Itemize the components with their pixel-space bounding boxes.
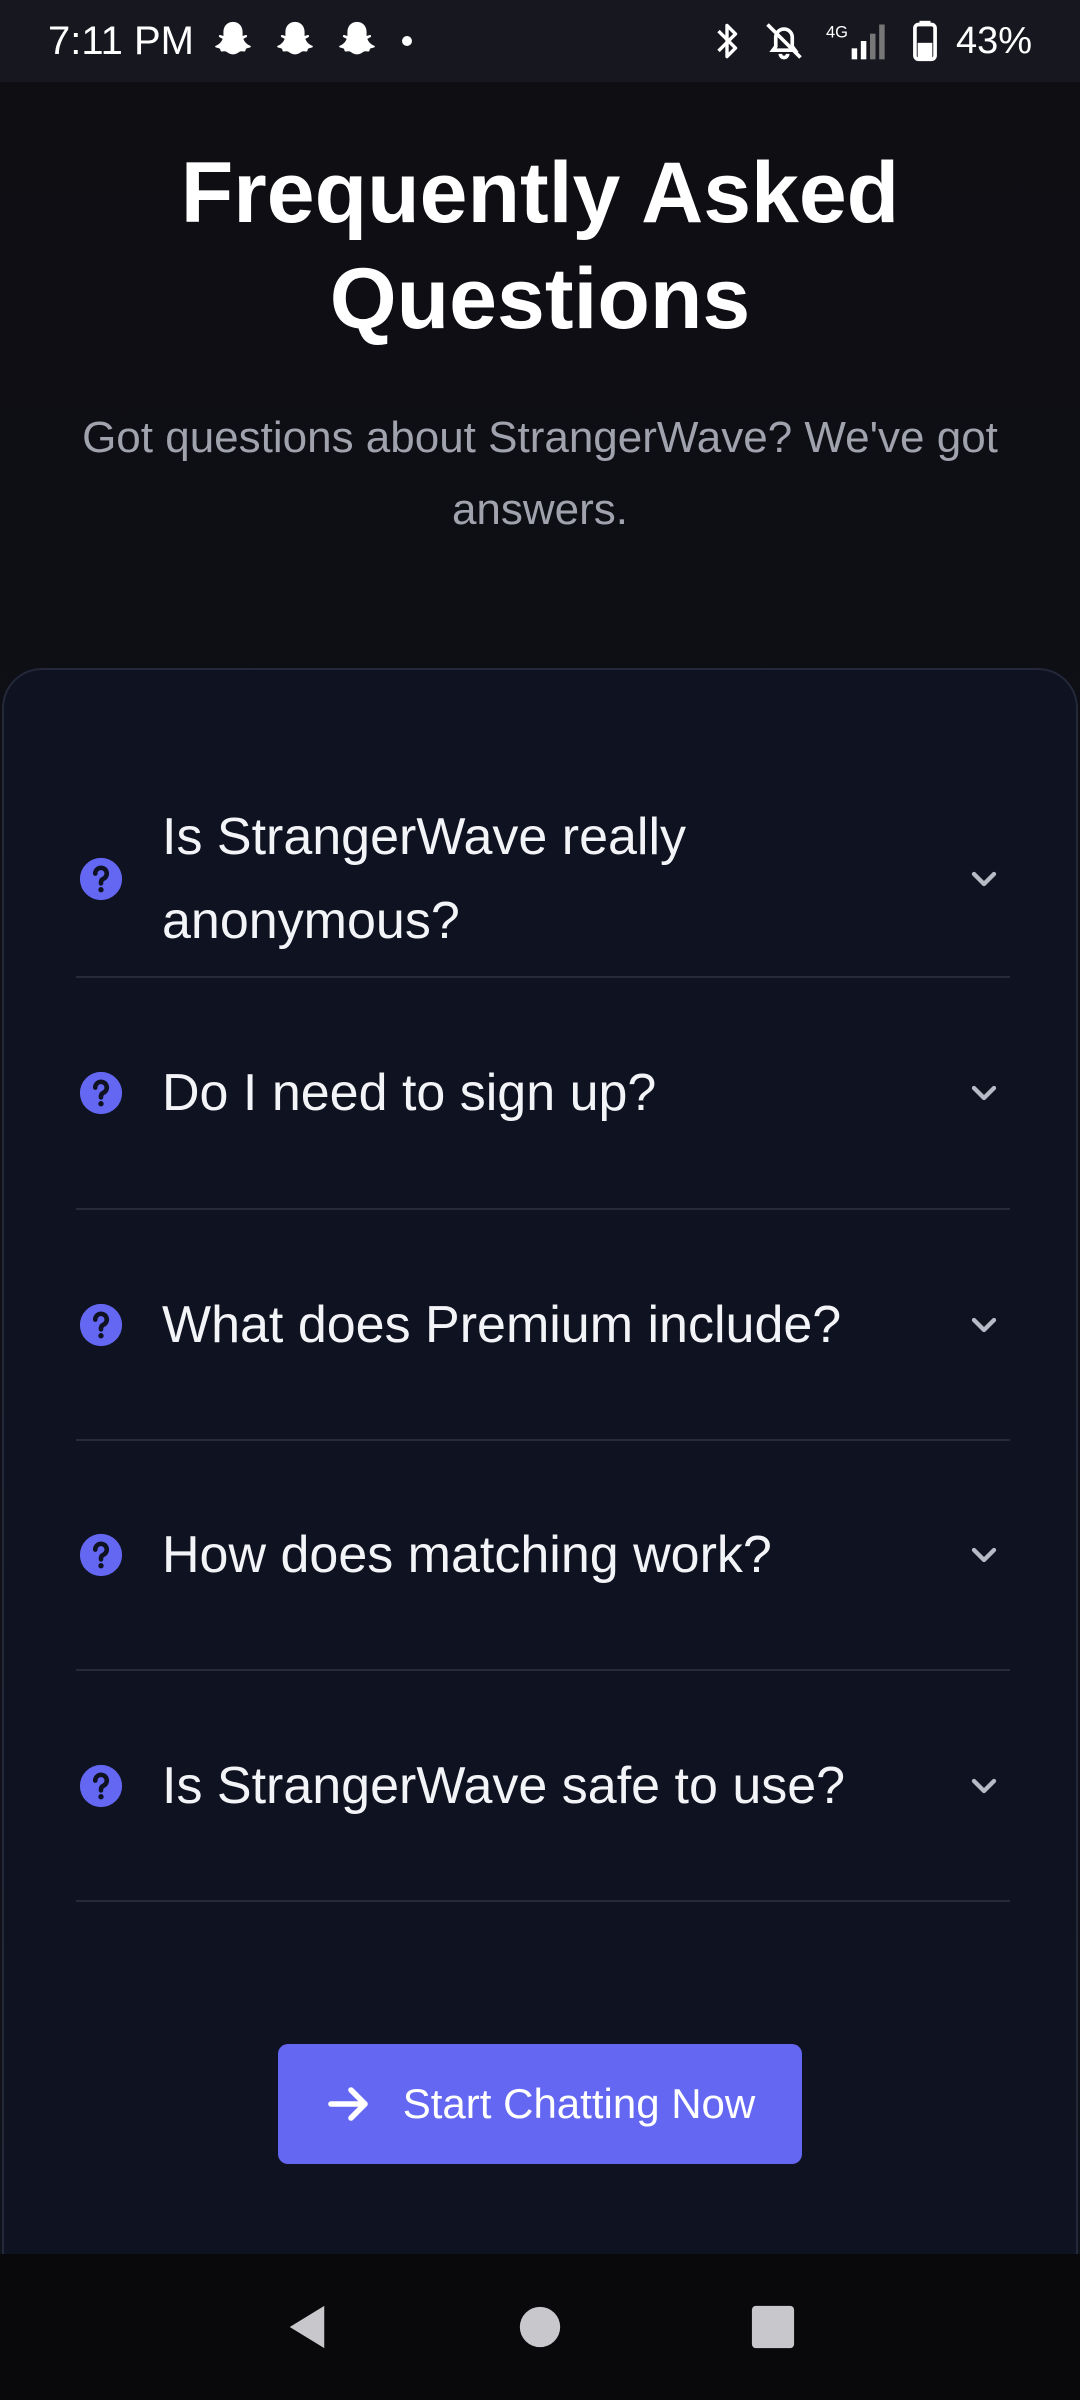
- question-circle-icon: [79, 1303, 123, 1346]
- chevron-down-icon[interactable]: [964, 1305, 1004, 1345]
- snapchat-icon: [215, 21, 251, 55]
- faq-item[interactable]: Is StrangerWave really anonymous?: [76, 782, 1010, 978]
- question-circle-icon: [79, 1764, 123, 1807]
- faq-item[interactable]: Is StrangerWave safe to use?: [76, 1671, 1010, 1902]
- snapchat-icon: [339, 21, 375, 55]
- question-circle-icon: [79, 1071, 123, 1115]
- question-circle-icon: [79, 857, 123, 901]
- bell-off-icon: [766, 23, 802, 60]
- faq-question: How does matching work?: [162, 1526, 772, 1584]
- faq-item[interactable]: What does Premium include?: [76, 1210, 1010, 1441]
- bluetooth-icon: [717, 23, 738, 59]
- battery-percent: 43%: [955, 19, 1032, 62]
- battery-icon: [913, 20, 937, 62]
- home-button[interactable]: [510, 2297, 570, 2357]
- page-title: Frequently Asked Questions: [180, 145, 900, 347]
- recents-button[interactable]: [743, 2297, 803, 2357]
- signal-4g-icon: 4G: [826, 23, 885, 60]
- arrow-right-icon: [327, 2087, 368, 2121]
- chevron-down-icon[interactable]: [964, 1535, 1004, 1575]
- faq-question: Do I need to sign up?: [162, 1064, 657, 1122]
- chevron-down-icon[interactable]: [964, 1766, 1004, 1806]
- status-time: 7:11 PM: [48, 18, 194, 63]
- svg-text:4G: 4G: [826, 23, 848, 41]
- status-left: 7:11 PM: [48, 18, 412, 64]
- status-bar: 7:11 PM 4G 43%: [0, 0, 1080, 82]
- start-chatting-label: Start Chatting Now: [402, 2080, 756, 2127]
- page-subtitle: Got questions about StrangerWave? We've …: [82, 413, 998, 534]
- status-right: 4G 43%: [710, 19, 1032, 63]
- navigation-bar: [0, 2254, 1080, 2400]
- faq-item[interactable]: Do I need to sign up?: [76, 978, 1010, 1210]
- question-circle-icon: [79, 1533, 123, 1577]
- faq-question: Is StrangerWave safe to use?: [162, 1756, 846, 1815]
- main-content: Frequently Asked Questions Got questions…: [0, 82, 1080, 2368]
- back-triangle-icon: [289, 2305, 324, 2349]
- more-notifications-dot: [402, 36, 412, 46]
- start-chatting-button[interactable]: Start Chatting Now: [278, 2044, 802, 2164]
- snapchat-icon: [277, 21, 313, 55]
- chevron-down-icon[interactable]: [964, 859, 1004, 899]
- back-button[interactable]: [277, 2297, 337, 2357]
- faq-question: What does Premium include?: [162, 1295, 842, 1354]
- faq-question: Is StrangerWave really anonymous?: [162, 808, 687, 950]
- chevron-down-icon[interactable]: [964, 1073, 1004, 1113]
- home-circle-icon: [519, 2306, 561, 2348]
- recents-square-icon: [752, 2305, 795, 2349]
- faq-item[interactable]: How does matching work?: [76, 1441, 1010, 1671]
